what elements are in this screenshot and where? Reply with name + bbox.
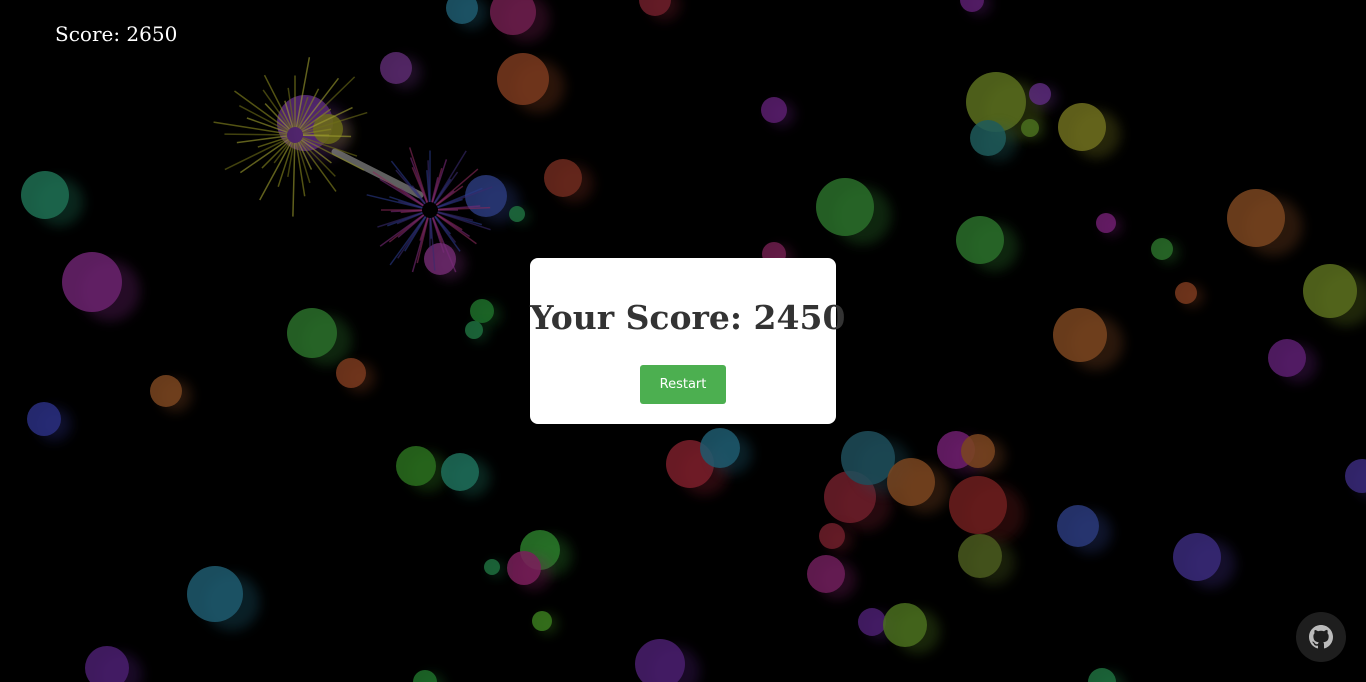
particle-effects bbox=[213, 57, 493, 273]
ball bbox=[883, 603, 927, 647]
ball bbox=[532, 611, 552, 631]
ball bbox=[858, 608, 886, 636]
ball bbox=[700, 428, 740, 468]
ball bbox=[819, 523, 845, 549]
spark bbox=[389, 216, 426, 266]
spark bbox=[292, 142, 296, 217]
ball bbox=[287, 308, 337, 358]
ball bbox=[396, 446, 436, 486]
ball bbox=[1175, 282, 1197, 304]
ball bbox=[413, 670, 437, 682]
ball bbox=[949, 476, 1007, 534]
ball bbox=[1345, 459, 1366, 493]
ball bbox=[380, 52, 412, 84]
ball bbox=[465, 321, 483, 339]
ball bbox=[970, 120, 1006, 156]
ball bbox=[62, 252, 122, 312]
score-display: Score: 2650 bbox=[55, 22, 178, 46]
ball bbox=[1021, 119, 1039, 137]
final-score-title: Your Score: 2450 bbox=[530, 298, 846, 337]
ball bbox=[635, 639, 685, 682]
ball bbox=[1303, 264, 1357, 318]
ball bbox=[1057, 505, 1099, 547]
ball bbox=[509, 206, 525, 222]
restart-button[interactable]: Restart bbox=[640, 365, 726, 404]
game-over-dialog: Your Score: 2450 Restart bbox=[530, 258, 846, 424]
ball bbox=[1151, 238, 1173, 260]
ball bbox=[1173, 533, 1221, 581]
ball bbox=[85, 646, 129, 682]
ball bbox=[816, 178, 874, 236]
ball bbox=[27, 402, 61, 436]
ball bbox=[465, 175, 507, 217]
ball bbox=[497, 53, 549, 105]
ball bbox=[761, 97, 787, 123]
ball bbox=[1096, 213, 1116, 233]
ball bbox=[1088, 668, 1116, 682]
ball bbox=[1029, 83, 1051, 105]
ball bbox=[470, 299, 494, 323]
player-shot-trail bbox=[331, 148, 424, 199]
ball bbox=[841, 431, 895, 485]
ball bbox=[961, 434, 995, 468]
ball bbox=[1268, 339, 1306, 377]
ball bbox=[1053, 308, 1107, 362]
ball bbox=[1058, 103, 1106, 151]
ball bbox=[21, 171, 69, 219]
ball bbox=[956, 216, 1004, 264]
github-link[interactable] bbox=[1296, 612, 1346, 662]
ball bbox=[187, 566, 243, 622]
ball bbox=[887, 458, 935, 506]
spark bbox=[224, 133, 288, 136]
github-icon bbox=[1309, 625, 1333, 649]
ball bbox=[336, 358, 366, 388]
ball bbox=[544, 159, 582, 197]
ball bbox=[958, 534, 1002, 578]
ball bbox=[424, 243, 456, 275]
ball bbox=[150, 375, 182, 407]
ball bbox=[484, 559, 500, 575]
ball bbox=[507, 551, 541, 585]
ball bbox=[1227, 189, 1285, 247]
ball bbox=[441, 453, 479, 491]
ball bbox=[807, 555, 845, 593]
